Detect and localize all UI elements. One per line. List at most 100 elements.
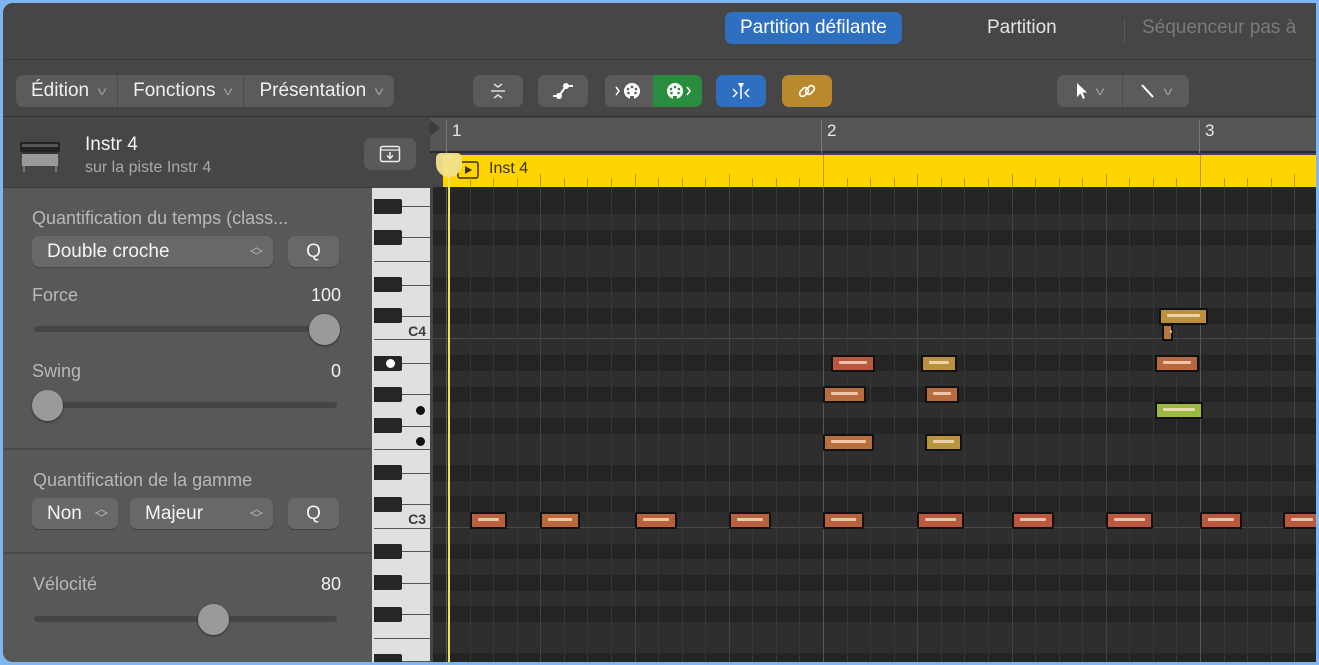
midi-note[interactable]	[1282, 512, 1316, 529]
midi-note[interactable]	[1154, 402, 1203, 420]
scale-quantize-button[interactable]: Q	[288, 498, 339, 529]
midi-note[interactable]	[634, 512, 677, 529]
midi-region-header[interactable]: Inst 4	[443, 155, 1316, 187]
sixteenth-line	[775, 187, 777, 662]
midi-note[interactable]	[1158, 307, 1208, 325]
midi-note[interactable]	[924, 433, 963, 451]
midi-note[interactable]	[728, 512, 772, 529]
midi-note[interactable]	[1154, 355, 1200, 372]
black-key[interactable]	[374, 606, 402, 622]
white-key-divider	[374, 527, 430, 529]
midi-note[interactable]	[469, 512, 508, 529]
black-key[interactable]	[374, 418, 402, 434]
pitch-lane	[433, 653, 1316, 662]
region-tick	[563, 178, 565, 187]
tab-piano-roll[interactable]: Partition défilante	[725, 12, 902, 44]
velocity-bar	[932, 439, 955, 443]
midi-note[interactable]	[921, 355, 957, 372]
pitch-lane	[433, 574, 1316, 591]
midi-note[interactable]	[830, 355, 875, 372]
time-quantize-button[interactable]: Q	[288, 236, 339, 267]
functions-menu-label: Fonctions	[133, 80, 216, 101]
midi-note[interactable]	[1200, 512, 1243, 529]
region-tick	[1200, 155, 1201, 187]
bar-number: 3	[1205, 121, 1215, 140]
midi-note[interactable]	[1011, 512, 1054, 529]
view-menu[interactable]: Présentation v	[244, 75, 394, 107]
pitch-lane	[433, 449, 1316, 466]
force-slider[interactable]	[31, 313, 340, 345]
swing-slider[interactable]	[31, 389, 340, 421]
midi-in-button[interactable]	[605, 75, 653, 107]
white-key-divider	[402, 363, 430, 364]
region-tick	[1176, 178, 1178, 187]
black-key[interactable]	[374, 653, 402, 662]
functions-menu[interactable]: Fonctions v	[118, 75, 245, 107]
slider-knob[interactable]	[309, 314, 340, 345]
sixteenth-line	[1223, 187, 1225, 662]
bar-ruler[interactable]: 1 2 3	[430, 118, 1316, 153]
midi-in-icon	[615, 83, 640, 100]
collapse-view-button[interactable]	[473, 75, 523, 107]
midi-note[interactable]	[924, 386, 959, 404]
black-key[interactable]	[374, 198, 402, 214]
sixteenth-line	[1035, 187, 1037, 662]
midi-note[interactable]	[823, 512, 864, 529]
black-key[interactable]	[374, 543, 402, 559]
link-button[interactable]	[782, 75, 832, 107]
black-key[interactable]	[374, 465, 402, 481]
pitch-lane	[433, 606, 1316, 623]
edit-menu[interactable]: Édition v	[16, 75, 119, 107]
pointer-tool[interactable]: v	[1057, 75, 1123, 107]
scale-type-select[interactable]: Majeur ︿ ﹀	[130, 498, 273, 529]
region-tick	[493, 178, 495, 187]
chevron-down-icon: v	[97, 84, 107, 98]
black-key[interactable]	[374, 308, 402, 324]
scale-root-select[interactable]: Non ︿ ﹀	[32, 498, 118, 529]
slider-track	[34, 402, 337, 408]
swing-label: Swing	[32, 361, 82, 381]
automation-button[interactable]	[538, 75, 588, 107]
white-key-divider	[374, 637, 430, 639]
slider-knob[interactable]	[32, 390, 63, 421]
pitch-lane	[433, 559, 1316, 575]
black-key[interactable]	[374, 575, 402, 591]
midi-note[interactable]	[823, 386, 867, 404]
velocity-slider[interactable]	[31, 603, 340, 635]
tab-step-sequencer[interactable]: Séquenceur pas à	[1127, 12, 1311, 44]
region-tick	[964, 178, 966, 187]
inspector-download-button[interactable]	[364, 138, 416, 170]
midi-note[interactable]	[917, 512, 965, 529]
tab-score[interactable]: Partition	[972, 12, 1072, 44]
black-key[interactable]	[374, 386, 402, 402]
midi-note[interactable]	[823, 433, 874, 451]
midi-out-button[interactable]	[653, 75, 702, 107]
region-tick	[893, 178, 895, 187]
catch-playhead-button[interactable]	[716, 75, 766, 107]
time-quantize-value: Double croche	[47, 241, 170, 262]
black-key[interactable]	[374, 496, 402, 512]
velocity-bar	[1162, 408, 1195, 412]
white-key-divider	[402, 284, 430, 286]
piano-keyboard[interactable]: C4 C3	[372, 188, 430, 662]
black-key[interactable]	[374, 229, 402, 245]
time-quantize-select[interactable]: Double croche ︿ ﹀	[32, 236, 273, 267]
region-tick	[987, 178, 989, 187]
midi-note[interactable]	[1162, 323, 1173, 341]
velocity-bar	[838, 361, 867, 364]
sixteenth-line	[469, 187, 471, 662]
playhead[interactable]	[448, 153, 450, 662]
note-grid[interactable]	[433, 187, 1316, 662]
midi-note[interactable]	[540, 512, 580, 529]
slider-knob[interactable]	[198, 604, 230, 635]
region-tick	[1270, 178, 1272, 187]
sixteenth-line	[563, 187, 565, 662]
bar-line	[446, 187, 447, 662]
sixteenth-line	[1176, 187, 1178, 662]
sixteenth-line	[799, 187, 801, 662]
scale-root-value: Non	[47, 503, 82, 524]
region-tick	[940, 178, 942, 187]
midi-note[interactable]	[1105, 512, 1153, 529]
black-key[interactable]	[374, 277, 402, 292]
pencil-tool[interactable]: v	[1123, 75, 1189, 107]
